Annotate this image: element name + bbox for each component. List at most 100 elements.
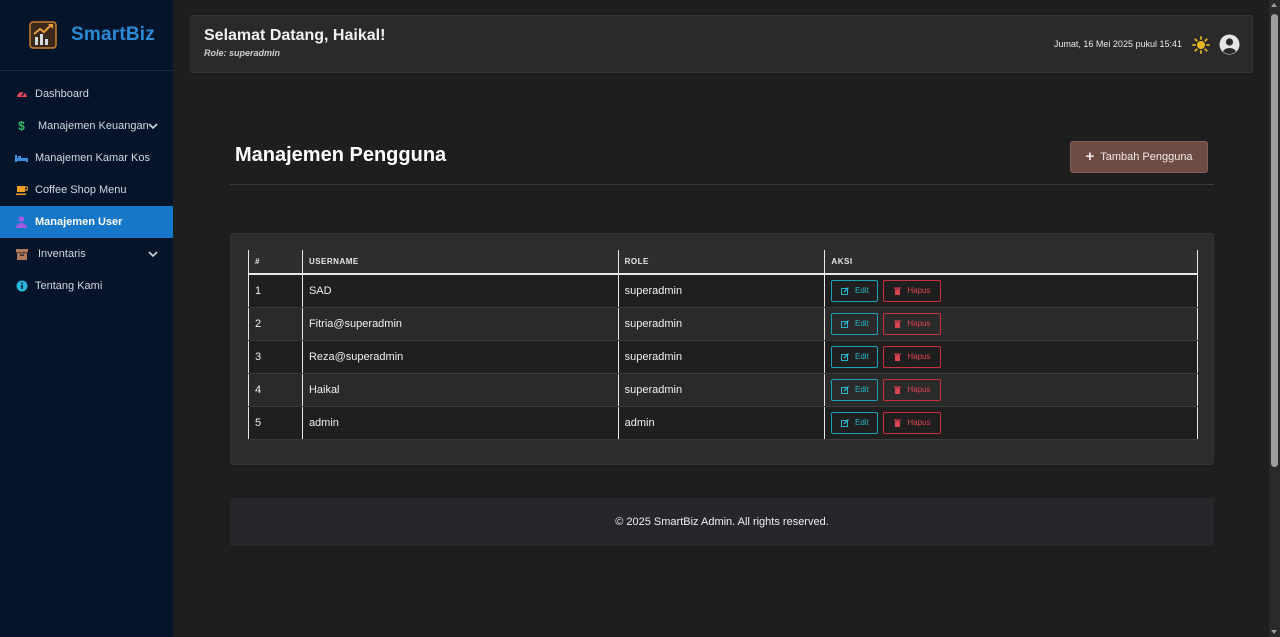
edit-button[interactable]: Edit — [831, 312, 879, 335]
row-number: 5 — [248, 406, 303, 440]
sidebar-item-label: Tentang Kami — [35, 280, 103, 292]
sidebar-item-keuangan[interactable]: $ Manajemen Keuangan — [0, 110, 173, 142]
trash-icon — [894, 320, 902, 328]
edit-label: Edit — [855, 418, 869, 427]
bed-icon — [15, 152, 28, 165]
edit-label: Edit — [855, 352, 869, 361]
scrollbar-thumb[interactable] — [1271, 14, 1278, 467]
edit-button[interactable]: Edit — [831, 411, 879, 434]
edit-icon — [841, 385, 849, 394]
divider — [230, 184, 1214, 185]
sidebar-item-kamar-kos[interactable]: Manajemen Kamar Kos — [0, 142, 173, 174]
row-number: 1 — [248, 274, 303, 308]
add-user-button-label: Tambah Pengguna — [1100, 151, 1193, 163]
delete-label: Hapus — [907, 319, 931, 328]
column-header-username: USERNAME — [301, 250, 619, 275]
row-number: 3 — [248, 340, 303, 374]
row-actions: Edit Hapus — [824, 307, 1198, 341]
sidebar-item-manajemen-user[interactable]: Manajemen User — [0, 206, 173, 238]
footer-text: © 2025 SmartBiz Admin. All rights reserv… — [615, 516, 829, 528]
row-role: superadmin — [617, 340, 826, 374]
footer: © 2025 SmartBiz Admin. All rights reserv… — [230, 498, 1214, 546]
info-icon — [15, 280, 28, 293]
sidebar-item-label: Dashboard — [35, 88, 89, 100]
column-header-role: ROLE — [617, 250, 826, 275]
delete-button[interactable]: Hapus — [883, 411, 942, 434]
delete-button[interactable]: Hapus — [883, 279, 942, 302]
table-row: 4 Haikal superadmin Edit Hapus — [248, 373, 1198, 407]
row-username: admin — [301, 406, 619, 440]
box-icon — [15, 248, 28, 261]
chevron-down-icon — [148, 251, 158, 258]
edit-button[interactable]: Edit — [831, 345, 879, 368]
delete-label: Hapus — [907, 286, 931, 296]
edit-button[interactable]: Edit — [831, 279, 879, 302]
greeting-title: Selamat Datang, Haikal! — [204, 27, 386, 44]
row-username: Fitria@superadmin — [301, 307, 619, 341]
table-header-row: # USERNAME ROLE AKSI — [248, 250, 1198, 275]
brand[interactable]: SmartBiz — [0, 0, 173, 71]
delete-button[interactable]: Hapus — [883, 378, 942, 401]
chevron-down-icon — [148, 123, 158, 130]
plus-icon: + — [1085, 147, 1095, 165]
sidebar-item-label: Manajemen Keuangan — [38, 120, 149, 132]
trash-icon — [894, 353, 902, 361]
user-icon — [15, 216, 28, 229]
delete-label: Hapus — [907, 385, 931, 394]
table-row: 1 SAD superadmin Edit Hapus — [248, 274, 1198, 308]
row-actions: Edit Hapus — [824, 373, 1198, 407]
table-row: 5 admin admin Edit Hapus — [248, 406, 1198, 440]
sidebar-item-dashboard[interactable]: Dashboard — [0, 78, 173, 110]
chart-logo-icon — [29, 21, 57, 49]
page-title: Manajemen Pengguna — [235, 144, 447, 166]
edit-label: Edit — [855, 286, 869, 296]
edit-button[interactable]: Edit — [831, 378, 879, 401]
sidebar-item-label: Coffee Shop Menu — [35, 184, 127, 196]
delete-label: Hapus — [907, 352, 931, 361]
sidebar-item-tentang-kami[interactable]: Tentang Kami — [0, 270, 173, 302]
row-number: 4 — [248, 373, 303, 407]
edit-label: Edit — [855, 319, 869, 328]
sidebar-nav: Dashboard $ Manajemen Keuangan Manajemen… — [0, 71, 173, 302]
table-row: 2 Fitria@superadmin superadmin Edit Hapus — [248, 307, 1198, 341]
add-user-button[interactable]: + Tambah Pengguna — [1070, 141, 1208, 173]
scroll-down-arrow-icon[interactable] — [1271, 630, 1277, 634]
header-bar: Selamat Datang, Haikal! Role: superadmin… — [190, 15, 1253, 73]
row-number: 2 — [248, 307, 303, 341]
sun-icon[interactable] — [1192, 36, 1210, 54]
scrollbar[interactable] — [1269, 0, 1280, 637]
row-role: superadmin — [617, 307, 826, 341]
row-actions: Edit Hapus — [824, 274, 1198, 308]
edit-icon — [841, 286, 849, 295]
sidebar-item-label: Manajemen User — [35, 216, 123, 228]
column-header-aksi: AKSI — [824, 250, 1198, 275]
delete-label: Hapus — [907, 418, 931, 427]
row-actions: Edit Hapus — [824, 406, 1198, 440]
trash-icon — [894, 386, 902, 394]
row-username: SAD — [301, 274, 619, 308]
dollar-icon: $ — [18, 119, 25, 133]
delete-button[interactable]: Hapus — [883, 312, 942, 335]
row-role: superadmin — [617, 373, 826, 407]
column-header-no: # — [248, 250, 303, 275]
edit-icon — [841, 418, 849, 427]
sidebar-item-coffee-shop[interactable]: Coffee Shop Menu — [0, 174, 173, 206]
edit-icon — [841, 352, 849, 361]
sidebar-item-label: Manajemen Kamar Kos — [35, 152, 150, 164]
delete-button[interactable]: Hapus — [883, 345, 942, 368]
user-circle-icon[interactable] — [1219, 34, 1240, 55]
table-row: 3 Reza@superadmin superadmin Edit Hapus — [248, 340, 1198, 374]
scroll-up-arrow-icon[interactable] — [1271, 3, 1277, 7]
sidebar: SmartBiz Dashboard $ Manajemen Keuangan … — [0, 0, 173, 637]
edit-label: Edit — [855, 385, 869, 394]
coffee-icon — [15, 184, 28, 197]
datetime-text: Jumat, 16 Mei 2025 pukul 15:41 — [1053, 39, 1182, 49]
sidebar-item-inventaris[interactable]: Inventaris — [0, 238, 173, 270]
row-role: superadmin — [617, 274, 826, 308]
row-role: admin — [617, 406, 826, 440]
users-table: # USERNAME ROLE AKSI 1 SAD superadmin Ed… — [248, 250, 1198, 440]
edit-icon — [841, 319, 849, 328]
brand-name: SmartBiz — [71, 24, 155, 45]
trash-icon — [894, 419, 902, 427]
role-subtitle: Role: superadmin — [204, 48, 281, 58]
